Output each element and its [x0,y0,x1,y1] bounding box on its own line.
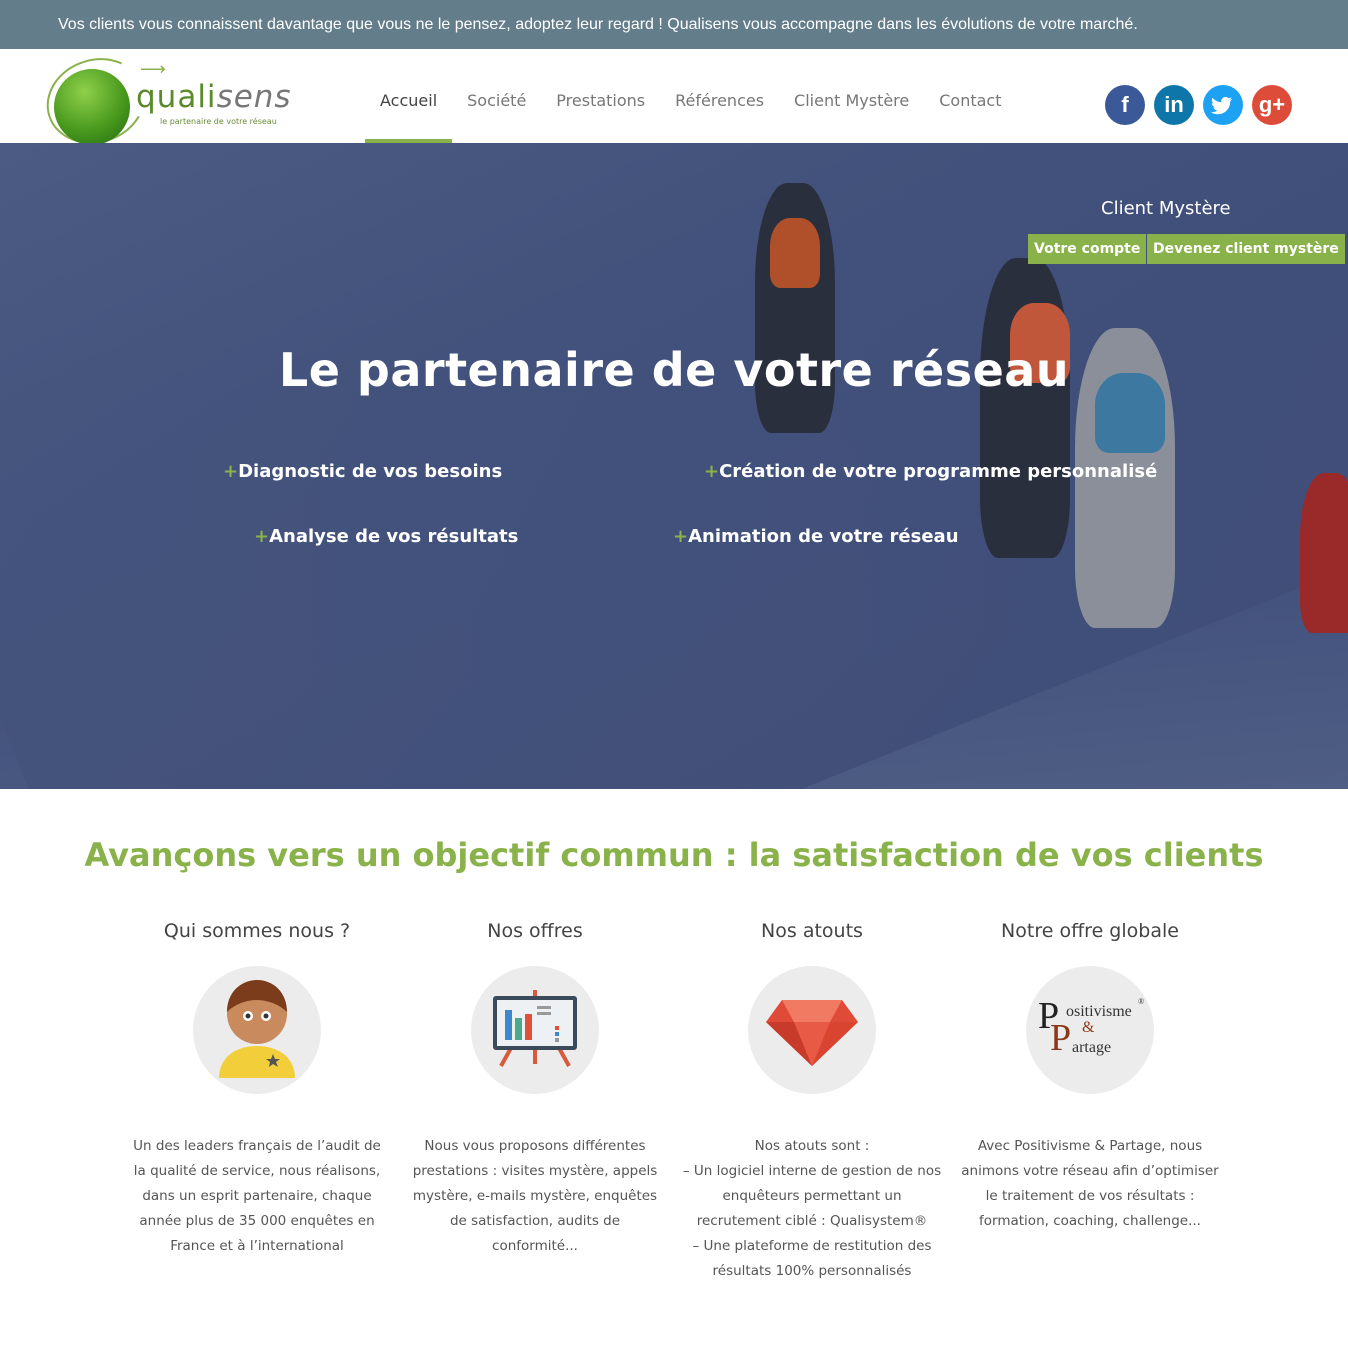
nav-item-client-mystere[interactable]: Client Mystère [779,49,924,143]
hero-title: Le partenaire de votre réseau [278,343,1070,397]
presentation-board-icon[interactable] [471,966,599,1094]
twitter-icon[interactable] [1203,85,1243,125]
logo-tagline: le partenaire de votre réseau [160,117,277,126]
logo-arrow-icon: ⟶ [140,59,166,80]
column-text: Nos atouts sont : – Un logiciel interne … [682,1138,942,1279]
logo-green-sphere [54,69,130,145]
devenez-client-mystere-button[interactable]: Devenez client mystère [1147,234,1345,264]
logo-positivisme-text: ositivisme [1066,1003,1132,1020]
svg-text:P: P [1050,1017,1071,1059]
main-navigation: Accueil Société Prestations Références C… [365,49,1017,143]
linkedin-icon[interactable]: in [1154,85,1194,125]
column-nos-offres: Nos offres Nous vous proposons différent… [405,920,665,1259]
social-links: f in g+ [1105,85,1292,125]
column-title[interactable]: Nos offres [405,920,665,950]
nav-item-accueil[interactable]: Accueil [365,49,453,143]
plus-icon: + [223,461,239,482]
section-title: Avançons vers un objectif commun : la sa… [84,836,1264,874]
column-title[interactable]: Qui sommes nous ? [127,920,387,950]
google-plus-icon[interactable]: g+ [1252,85,1292,125]
logo-wordmark: qualisens [136,79,292,115]
climber-figure [1300,473,1348,633]
nav-item-prestations[interactable]: Prestations [541,49,660,143]
top-announcement-bar: Vos clients vous connaissent davantage q… [0,0,1348,49]
column-text: Nous vous proposons différentes prestati… [412,1138,658,1254]
feature-creation: +Création de votre programme personnalis… [704,461,1158,482]
client-mystere-title: Client Mystère [1101,198,1231,219]
plus-icon: + [673,526,689,547]
column-title[interactable]: Notre offre globale [960,920,1220,950]
climber-figure [770,218,820,288]
nav-item-contact[interactable]: Contact [924,49,1016,143]
hero-banner: Client Mystère Votre compte Devenez clie… [0,143,1348,789]
logo-registered-mark: ® [1138,997,1144,1006]
column-notre-offre-globale: Notre offre globale P P ositivisme & art… [960,920,1220,1234]
feature-analyse: +Analyse de vos résultats [254,526,519,547]
votre-compte-button[interactable]: Votre compte [1028,234,1147,264]
site-header: ⟶ qualisens le partenaire de votre résea… [0,45,1348,157]
nav-item-references[interactable]: Références [660,49,779,143]
feature-animation: +Animation de votre réseau [673,526,959,547]
person-icon[interactable] [193,966,321,1094]
column-title[interactable]: Nos atouts [682,920,942,950]
logo-ampersand-text: & [1082,1019,1095,1036]
climber-figure [980,258,1070,558]
announcement-text: Vos clients vous connaissent davantage q… [58,16,1138,33]
plus-icon: + [704,461,720,482]
column-nos-atouts: Nos atouts Nos atouts sont : – Un logici… [682,920,942,1284]
column-qui-sommes-nous: Qui sommes nous ? Un des leaders françai… [127,920,387,1259]
column-text: Avec Positivisme & Partage, nous animons… [961,1138,1219,1229]
column-text: Un des leaders français de l’audit de la… [133,1138,381,1254]
nav-item-societe[interactable]: Société [452,49,541,143]
plus-icon: + [254,526,270,547]
qualisens-logo[interactable]: ⟶ qualisens le partenaire de votre résea… [35,45,291,157]
feature-diagnostic: +Diagnostic de vos besoins [223,461,503,482]
gem-icon[interactable] [748,966,876,1094]
logo-partage-text: artage [1072,1039,1111,1056]
positivisme-partage-logo[interactable]: P P ositivisme & artage ® [1026,966,1154,1094]
facebook-icon[interactable]: f [1105,85,1145,125]
